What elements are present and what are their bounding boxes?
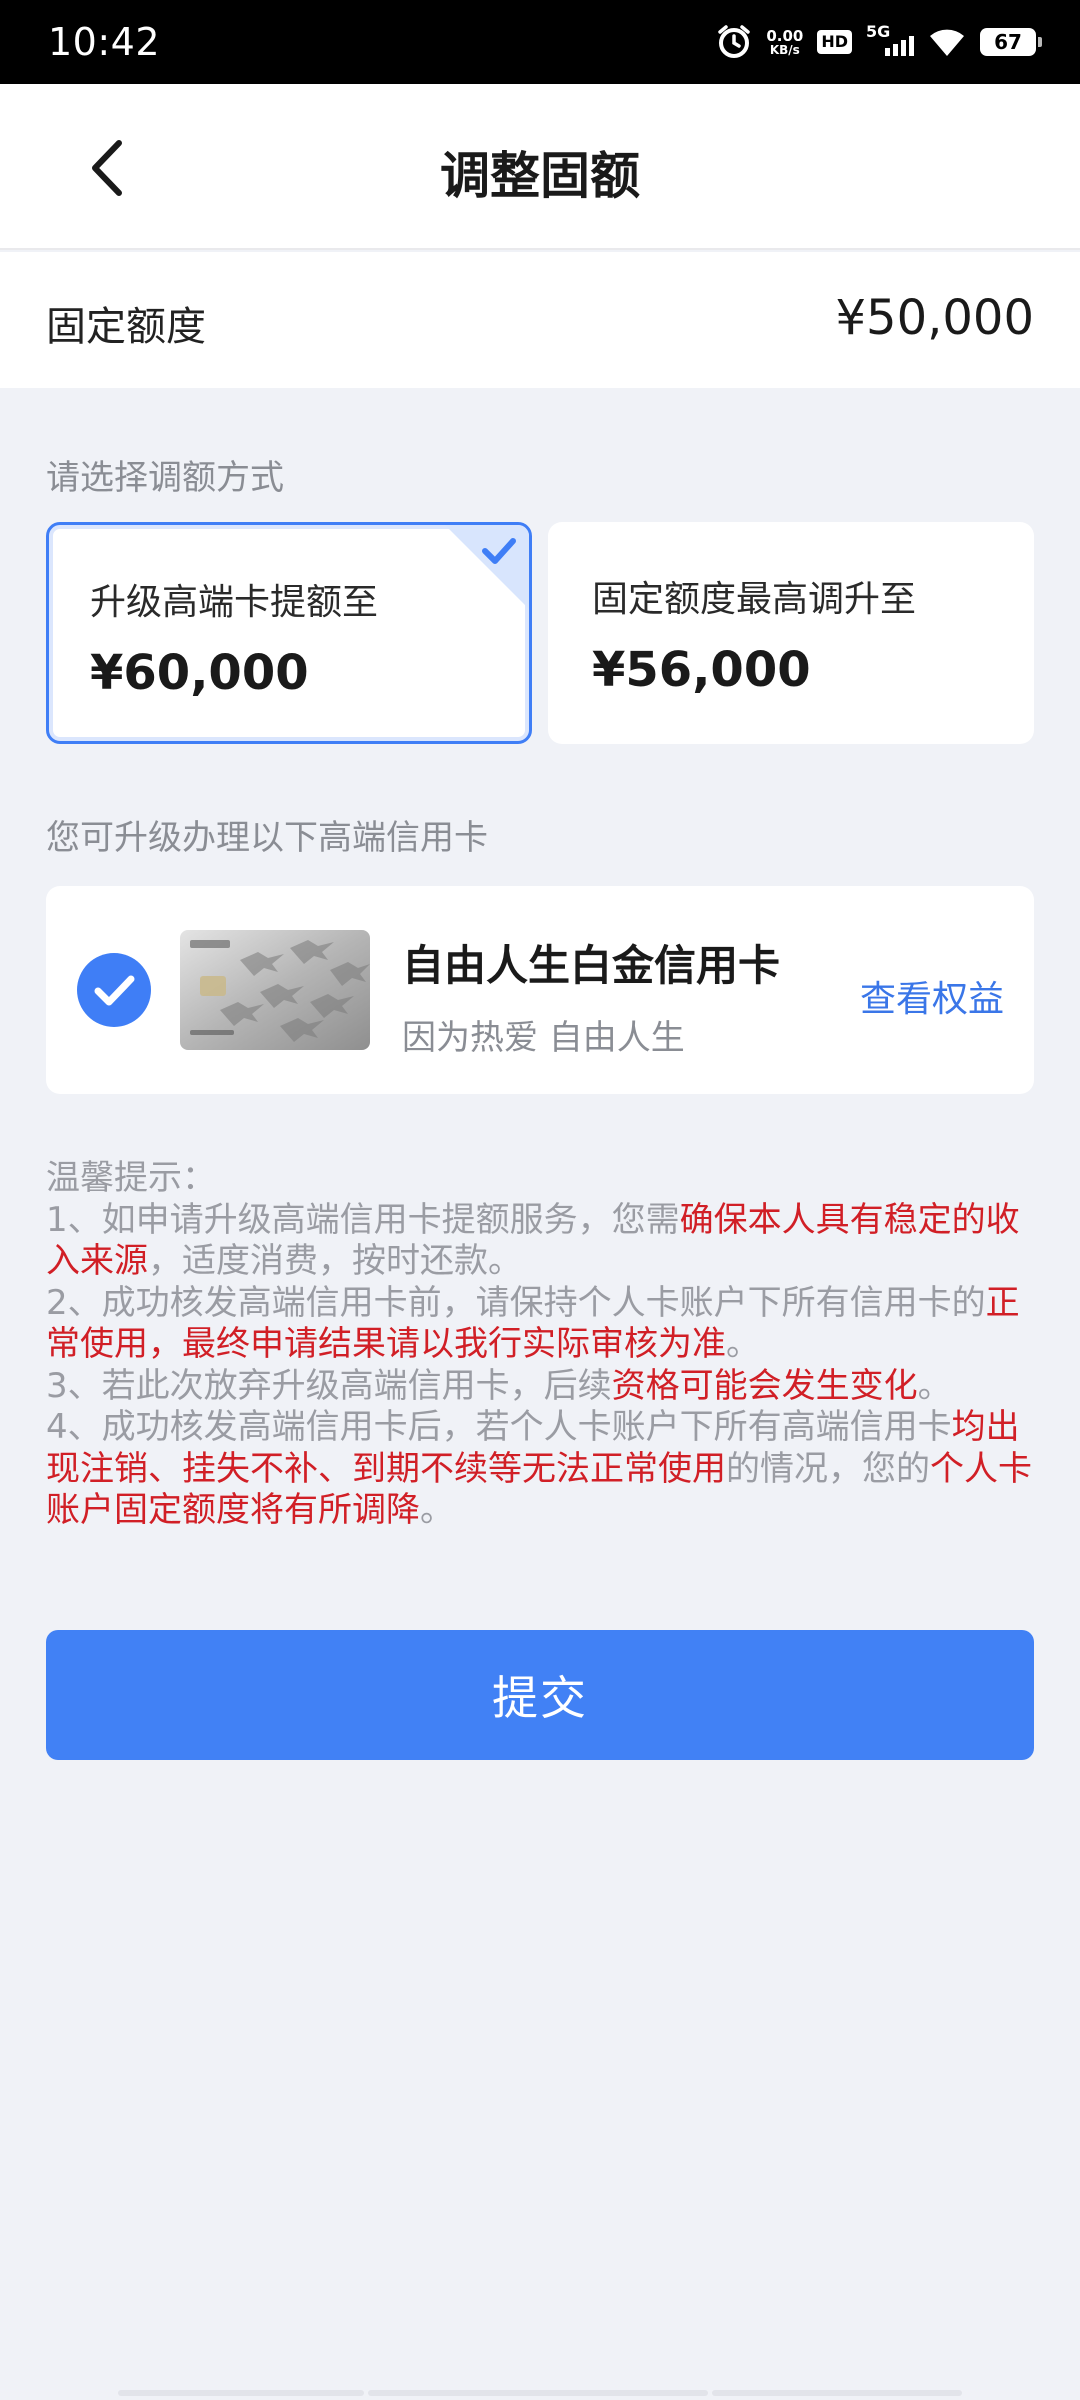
- tip-text: 。: [917, 1365, 952, 1406]
- tips-heading: 温馨提示：: [46, 1158, 216, 1198]
- credit-card-item[interactable]: 自由人生白金信用卡 因为热爱 自由人生 查看权益: [46, 886, 1034, 1094]
- option-title: 固定额度最高调升至: [592, 579, 917, 620]
- fixed-quota-label: 固定额度: [46, 304, 206, 350]
- tip-text: 1、如申请升级高端信用卡提额服务，您需: [46, 1199, 680, 1240]
- view-benefits-link[interactable]: 查看权益: [860, 970, 1004, 1022]
- tip-item-1: 1、如申请升级高端信用卡提额服务，您需确保本人具有稳定的收入来源，适度消费，按时…: [46, 1200, 1046, 1283]
- tips-block: 温馨提示： 1、如申请升级高端信用卡提额服务，您需确保本人具有稳定的收入来源，适…: [46, 1158, 1046, 1532]
- option-amount: ¥56,000: [592, 642, 811, 698]
- net-speed-value: 0.00: [766, 26, 804, 45]
- hd-icon: HD: [817, 30, 852, 54]
- checked-radio-icon[interactable]: [76, 952, 152, 1028]
- option-fixed-raise-card[interactable]: 固定额度最高调升至 ¥56,000: [548, 522, 1034, 744]
- battery-level: 67: [994, 30, 1022, 54]
- option-title: 升级高端卡提额至: [90, 582, 379, 623]
- status-icons: 0.00 KB/s HD 5G 67: [716, 18, 1042, 66]
- option-upgrade-card[interactable]: 升级高端卡提额至 ¥60,000: [46, 522, 532, 744]
- fixed-quota-row: 固定额度 ¥50,000: [0, 252, 1080, 388]
- net-speed: 0.00 KB/s: [766, 26, 804, 57]
- tip-text: 。: [726, 1324, 760, 1364]
- tip-item-2: 2、成功核发高端信用卡前，请保持个人卡账户下所有信用卡的正常使用，最终申请结果请…: [46, 1283, 1046, 1366]
- page-title: 调整固额: [440, 147, 640, 205]
- signal-icon: 5G: [866, 24, 914, 60]
- submit-button[interactable]: 提交: [46, 1630, 1034, 1760]
- tip-text: 4、成功核发高端信用卡后，若个人卡账户下所有高端信用卡: [46, 1407, 952, 1447]
- tip-text: ，适度消费，按时还款。: [148, 1241, 522, 1281]
- tip-text: 3、若此次放弃升级高端信用卡，后续: [46, 1365, 612, 1406]
- card-name: 自由人生白金信用卡: [402, 941, 781, 990]
- upgrade-section-label: 您可升级办理以下高端信用卡: [46, 818, 488, 858]
- selected-check-icon: [445, 525, 529, 609]
- option-amount: ¥60,000: [90, 645, 309, 701]
- tip-highlight: 资格可能会发生变化: [611, 1365, 918, 1406]
- nav-bar: 调整固额: [0, 84, 1080, 250]
- alarm-icon: [718, 25, 751, 58]
- card-thumbnail-image: [180, 930, 370, 1050]
- net-speed-unit: KB/s: [769, 42, 800, 57]
- tip-text: 的情况，您的: [726, 1448, 930, 1489]
- status-bar: 10:42 0.00 KB/s HD 5G 67: [0, 0, 1080, 84]
- tip-item-4: 4、成功核发高端信用卡后，若个人卡账户下所有高端信用卡均出现注销、挂失不补、到期…: [46, 1407, 1046, 1532]
- card-slogan: 因为热爱 自由人生: [402, 1018, 685, 1058]
- gesture-bar: [118, 2390, 962, 2396]
- tip-text: 2、成功核发高端信用卡前，请保持个人卡账户下所有信用卡的: [46, 1282, 986, 1323]
- method-section-label: 请选择调额方式: [46, 458, 284, 498]
- status-time: 10:42: [48, 20, 161, 64]
- wifi-icon: [930, 29, 964, 56]
- tip-item-3: 3、若此次放弃升级高端信用卡，后续资格可能会发生变化。: [46, 1366, 1046, 1408]
- fixed-quota-value: ¥50,000: [835, 290, 1035, 346]
- tip-text: 。: [420, 1490, 454, 1530]
- battery-icon: 67: [980, 28, 1042, 56]
